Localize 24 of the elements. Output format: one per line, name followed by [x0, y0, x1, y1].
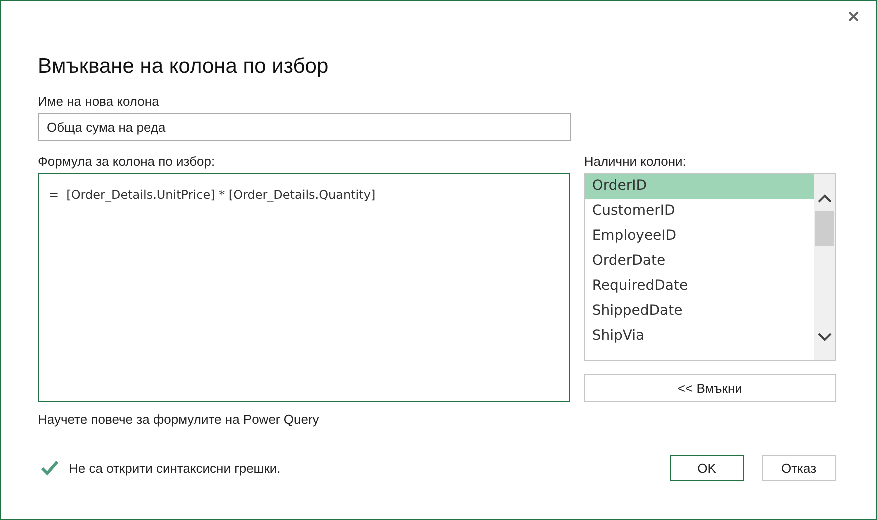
field-label: Име на нова колона: [38, 94, 160, 110]
column-list-item[interactable]: RequiredDate: [585, 274, 814, 299]
column-list-item[interactable]: CustomerID: [585, 199, 814, 224]
scroll-up-icon[interactable]: [816, 194, 832, 204]
close-button[interactable]: ×: [842, 7, 866, 27]
column-list-item[interactable]: OrderDate: [585, 249, 814, 274]
column-list-item[interactable]: ShipVia: [585, 324, 814, 349]
status-message: Не са открити синтаксисни грешки.: [69, 460, 281, 476]
column-list-item[interactable]: OrderID: [585, 174, 814, 199]
column-list-item[interactable]: EmployeeID: [585, 224, 814, 249]
dialog-title: Вмъкване на колона по избор: [38, 55, 330, 80]
cancel-button[interactable]: Отказ: [762, 455, 836, 481]
scrollbar[interactable]: [814, 174, 835, 360]
field-label: Формула за колона по избор:: [38, 154, 216, 170]
name-input-field[interactable]: Обща сума на реда: [38, 113, 571, 141]
help-link[interactable]: Научете повече за формулите на Power Query: [38, 412, 320, 427]
field-label: Налични колони:: [584, 154, 688, 170]
formula-text: = [Order_Details.UnitPrice] * [Order_Details.Quantity]: [49, 188, 376, 202]
column-list-item[interactable]: ShippedDate: [585, 299, 814, 324]
formula-editor[interactable]: = [Order_Details.UnitPrice] * [Order_Details.Quantity]: [38, 173, 570, 402]
scroll-thumb[interactable]: [815, 211, 834, 246]
scroll-down-icon[interactable]: [816, 332, 832, 342]
insert-button[interactable]: << Вмъкни: [584, 374, 836, 402]
ok-button[interactable]: OK: [670, 455, 744, 481]
